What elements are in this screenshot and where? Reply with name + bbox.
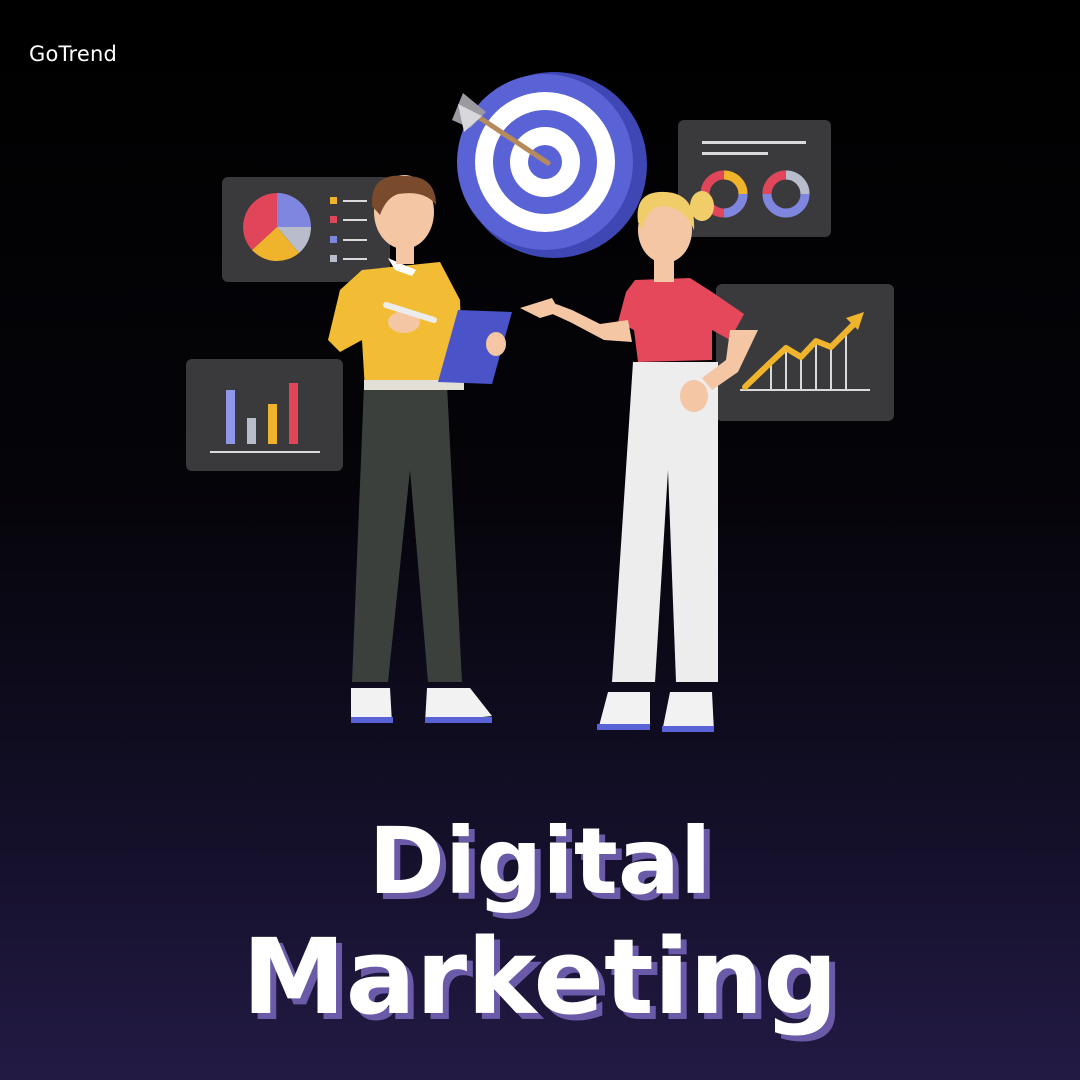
headline-line-2: Marketing bbox=[242, 916, 838, 1038]
target-icon bbox=[452, 72, 647, 258]
pie-chart-icon bbox=[243, 193, 312, 262]
headline-line-1: Digital bbox=[368, 808, 712, 915]
pie-chart-panel bbox=[222, 177, 390, 282]
woman-figure bbox=[520, 191, 758, 732]
bar-chart-panel bbox=[186, 359, 343, 471]
